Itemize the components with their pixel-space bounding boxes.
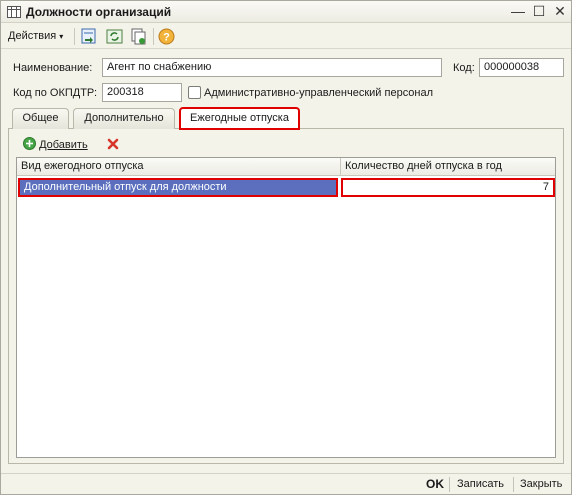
- admin-staff-label: Административно-управленческий персонал: [204, 87, 434, 99]
- svg-text:?: ?: [163, 32, 170, 44]
- code-field[interactable]: 000000038: [479, 58, 564, 77]
- form-window: Должности организаций — ☐ ✕ Действия▾ ?: [0, 0, 572, 495]
- footer-divider: [449, 477, 450, 492]
- tab-annual-leave[interactable]: Ежегодные отпуска: [179, 107, 300, 130]
- delete-icon[interactable]: [107, 138, 119, 150]
- toolbar-divider: [74, 28, 75, 45]
- annual-leave-table[interactable]: Вид ежегодного отпуска Количество дней о…: [16, 157, 556, 458]
- tab-general[interactable]: Общее: [12, 108, 69, 129]
- window-title: Должности организаций: [26, 5, 172, 19]
- maximize-button[interactable]: ☐: [531, 3, 547, 19]
- navigate-icon[interactable]: [79, 27, 98, 46]
- actions-label: Действия: [8, 30, 57, 42]
- okpdtr-field[interactable]: 200318: [102, 83, 182, 102]
- refresh-icon[interactable]: [105, 27, 124, 46]
- name-label: Наименование:: [13, 62, 93, 74]
- admin-staff-checkbox[interactable]: [188, 86, 201, 99]
- tab-additional[interactable]: Дополнительно: [73, 108, 175, 129]
- toolbar-divider: [153, 28, 154, 45]
- toolbar: Действия ▾ ?: [1, 24, 571, 49]
- copy-icon[interactable]: [129, 27, 148, 46]
- footer-divider: [513, 477, 514, 492]
- chevron-down-icon: ▾: [59, 32, 64, 41]
- add-icon: [23, 137, 36, 150]
- days-cell[interactable]: 7: [341, 178, 555, 197]
- help-icon[interactable]: ?: [157, 27, 176, 46]
- add-label: Добавить: [39, 139, 88, 151]
- code-label: Код:: [453, 62, 475, 74]
- ok-button[interactable]: OK: [426, 477, 444, 491]
- title-bar: Должности организаций — ☐ ✕: [1, 1, 571, 23]
- close-form-button[interactable]: Закрыть: [520, 478, 562, 490]
- actions-menu[interactable]: Действия ▾: [8, 30, 63, 42]
- okpdtr-label: Код по ОКПДТР:: [13, 87, 98, 99]
- name-field[interactable]: Агент по снабжению: [102, 58, 442, 77]
- add-button[interactable]: Добавить: [23, 137, 88, 151]
- table-icon: [7, 6, 21, 18]
- footer-bar: OK Записать Закрыть: [1, 473, 571, 494]
- close-button[interactable]: ✕: [552, 3, 568, 19]
- leave-type-cell[interactable]: Дополнительный отпуск для должности: [18, 178, 338, 197]
- column-header-days[interactable]: Количество дней отпуска в год: [341, 158, 555, 176]
- save-button[interactable]: Записать: [457, 478, 504, 490]
- column-header-leave-type[interactable]: Вид ежегодного отпуска: [17, 158, 341, 176]
- minimize-button[interactable]: —: [510, 3, 526, 19]
